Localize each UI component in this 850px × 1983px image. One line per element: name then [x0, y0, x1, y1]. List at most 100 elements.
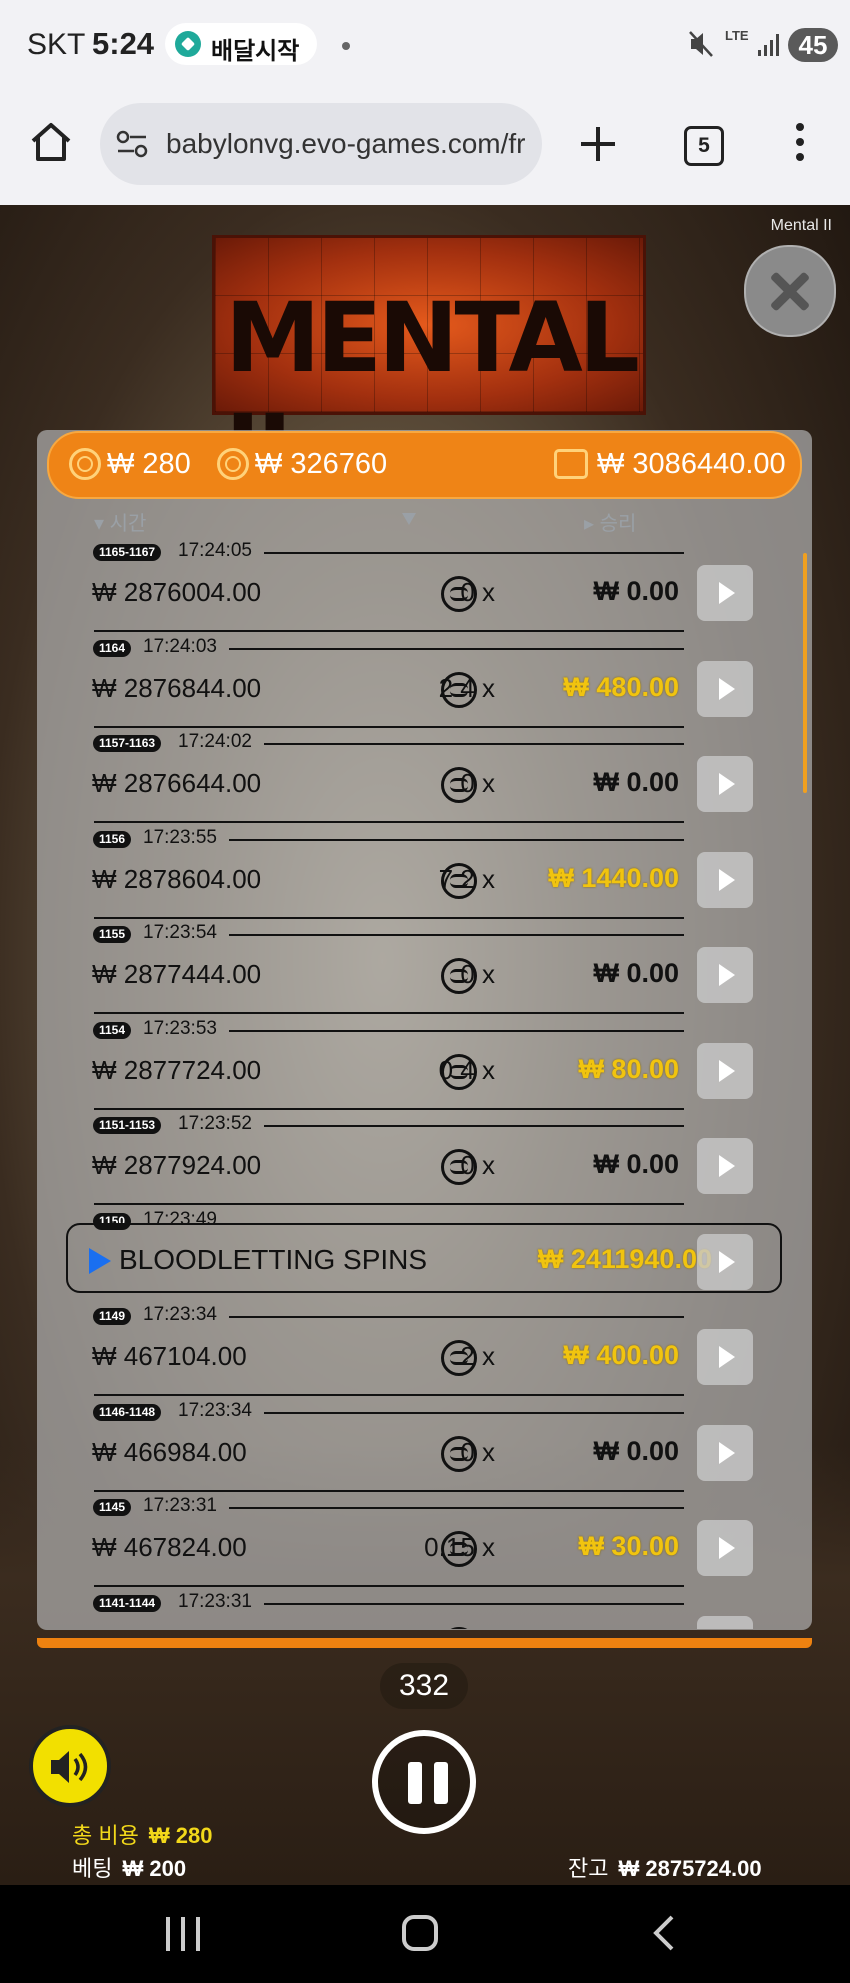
round-win: ₩ 0.00: [593, 958, 679, 988]
replay-button[interactable]: [697, 1615, 753, 1629]
bonus-name: BLOODLETTING SPINS: [119, 1243, 428, 1275]
column-header-time-label: 시간: [109, 513, 147, 535]
home-icon[interactable]: [28, 119, 74, 165]
history-summary-bar: ₩ 280 ₩ 326760 ₩ 3086440.00: [47, 431, 802, 499]
site-settings-icon[interactable]: [116, 129, 148, 159]
round-time: 17:24:03: [143, 635, 217, 657]
row-separator: [94, 1107, 684, 1110]
round-balance: ₩ 2876844.00: [92, 672, 262, 703]
history-row: 1154 17:23:53 ₩ 2877724.00 0.4 x ₩ 80.00: [37, 1017, 812, 1112]
round-id-badge: 1151-1153: [93, 1117, 162, 1134]
round-id-badge: 1141-1144: [93, 1594, 162, 1612]
round-balance: ₩ 2877724.00: [92, 1054, 262, 1085]
address-bar[interactable]: babylonvg.evo-games.com/fr: [100, 103, 542, 185]
back-icon[interactable]: [646, 1913, 686, 1953]
column-header-time[interactable]: ▾ 시간: [94, 507, 146, 536]
history-row: 1149 17:23:34 ₩ 467104.00 2 x ₩ 400.00: [37, 1303, 812, 1398]
replay-button[interactable]: [697, 851, 753, 908]
game-window-title: Mental II: [770, 217, 832, 234]
history-row-bonus: 1150 17:23:49 BLOODLETTING SPINS ₩ 2411940.…: [37, 1208, 812, 1303]
sound-toggle-button[interactable]: [29, 1725, 111, 1807]
mute-icon: [689, 31, 713, 57]
history-list[interactable]: 1165-1167 17:24:05 ₩ 2876004.00 0 x ₩ 0.00 11…: [37, 539, 812, 1629]
round-time: 17:23:34: [143, 1304, 217, 1325]
row-separator: [94, 821, 684, 823]
round-win: ₩ 1440.00: [548, 862, 679, 893]
round-balance: ₩ 467824.00: [92, 1532, 247, 1562]
column-header-win-label: 승리: [599, 513, 637, 535]
coin-icon: [216, 448, 249, 481]
coin-icon: [441, 1053, 477, 1090]
round-balance: ₩ 2876004.00: [92, 577, 262, 607]
replay-button[interactable]: [697, 1424, 753, 1481]
column-header-win[interactable]: ▸ 승리: [584, 507, 636, 536]
pause-autoplay-button[interactable]: [372, 1730, 476, 1834]
round-id-badge: 1156: [93, 830, 132, 848]
bonus-expand-icon[interactable]: [89, 1247, 111, 1274]
coin-icon: [441, 958, 477, 994]
game-logo: MENTAL II: [212, 235, 646, 506]
round-time: 17:23:31: [178, 1590, 252, 1612]
close-history-button[interactable]: [744, 245, 836, 337]
coin-icon: [441, 576, 477, 612]
replay-button[interactable]: [697, 1520, 753, 1576]
replay-button[interactable]: [697, 565, 753, 621]
round-time: 17:23:53: [143, 1017, 217, 1039]
replay-button[interactable]: [697, 947, 753, 1003]
notification-chip-label: 배달시작: [211, 38, 300, 65]
total-cost: 총 비용 ₩ 280: [72, 1818, 212, 1850]
column-sort-icon[interactable]: [402, 513, 416, 525]
history-scrollbar[interactable]: [803, 553, 807, 793]
replay-button[interactable]: [697, 756, 753, 812]
home-nav-icon[interactable]: [402, 1915, 438, 1951]
round-balance: ₩ 467104.00: [92, 1341, 247, 1371]
round-balance: ₩ 2877924.00: [92, 1150, 262, 1180]
total-cost-value: ₩ 280: [148, 1823, 213, 1848]
android-nav-bar: [0, 1885, 850, 1983]
coin-icon: [441, 1340, 477, 1376]
recent-apps-icon[interactable]: [166, 1917, 202, 1951]
history-row: 1156 17:23:55 ₩ 2878604.00 7.2 x ₩ 1440.00: [37, 826, 812, 921]
tab-switcher-button[interactable]: 5: [684, 126, 724, 166]
round-id-badge: 1146-1148: [93, 1403, 162, 1421]
round-balance: ₩ 466984.00: [92, 1436, 247, 1467]
balance: 잔고 ₩ 2875724.00: [568, 1851, 762, 1883]
history-row: 1164 17:24:03 ₩ 2876844.00 2.4 x ₩ 480.00: [37, 635, 812, 730]
replay-button[interactable]: [697, 1233, 753, 1290]
row-divider: [264, 1125, 684, 1127]
row-divider: [229, 934, 684, 936]
round-id-badge: 1165-1167: [93, 544, 162, 561]
network-type: LTE: [725, 28, 749, 43]
clock: 5:24: [92, 26, 155, 61]
history-row: 1145 17:23:31 ₩ 467824.00 0.15 x ₩ 30.00: [37, 1494, 812, 1589]
summary-bet-value: ₩ 280: [107, 447, 191, 480]
notification-chip[interactable]: 배달시작: [165, 23, 317, 65]
spin-counter: 332: [380, 1663, 468, 1709]
balance-value: ₩ 2875724.00: [618, 1856, 762, 1881]
summary-bets: ₩ 280 ₩ 326760: [69, 447, 387, 481]
replay-button[interactable]: [697, 1042, 753, 1099]
round-time: 17:23:34: [178, 1399, 252, 1421]
row-divider: [229, 1316, 684, 1318]
history-row: 1157-1163 17:24:02 ₩ 2876644.00 0 x ₩ 0.00: [37, 730, 812, 825]
replay-button[interactable]: [697, 1138, 753, 1194]
replay-button[interactable]: [697, 1329, 753, 1385]
row-separator: [94, 630, 684, 632]
row-divider: [229, 838, 684, 841]
speaker-icon: [51, 1751, 88, 1783]
row-separator: [94, 1203, 684, 1205]
round-win: ₩ 0.00: [593, 1435, 679, 1466]
row-separator: [94, 916, 684, 919]
history-panel-footer: [37, 1638, 812, 1648]
round-id-badge: 1145: [93, 1499, 132, 1516]
history-row: 1146-1148 17:23:34 ₩ 466984.00 0 x ₩ 0.00: [37, 1399, 812, 1494]
round-win: ₩ 400.00: [563, 1340, 679, 1370]
round-win: ₩ 0.00: [593, 1627, 679, 1630]
row-divider: [264, 743, 684, 745]
replay-button[interactable]: [697, 660, 753, 717]
more-menu-icon[interactable]: [794, 123, 806, 165]
new-tab-icon[interactable]: [577, 123, 619, 165]
round-win: ₩ 0.00: [593, 1149, 679, 1179]
history-row: 1155 17:23:54 ₩ 2877444.00 0 x ₩ 0.00: [37, 921, 812, 1016]
coin-icon: [441, 862, 477, 899]
